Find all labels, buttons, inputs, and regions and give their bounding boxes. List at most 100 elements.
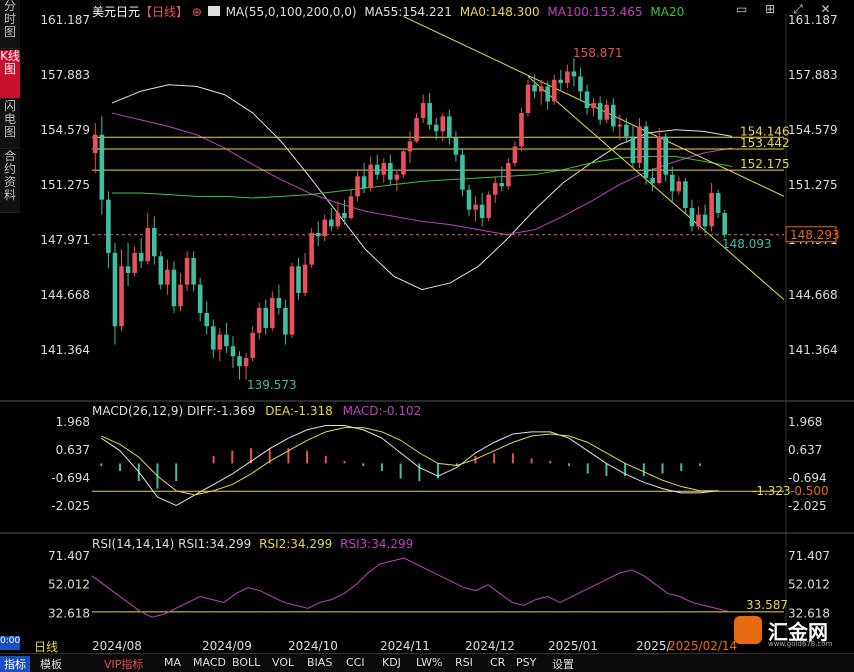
candle-body — [197, 284, 203, 313]
candle-body — [440, 116, 446, 132]
macd-param: MACD(26,12,9) — [92, 404, 184, 418]
candle-body — [250, 332, 255, 358]
candle-body — [696, 214, 701, 227]
price-tick-left: 154.579 — [40, 123, 90, 137]
toolbar-tab-cr[interactable]: CR — [490, 656, 505, 669]
candle-body — [184, 257, 190, 285]
candle-body — [106, 199, 111, 253]
candle-body — [342, 212, 347, 218]
candle-body — [289, 266, 295, 335]
rsi-level-label: 33.587 — [746, 598, 788, 612]
macd-diff: DIFF:-1.369 — [186, 404, 256, 418]
chart-svg[interactable]: 161.187 161.187 157.883 157.883 154.579 154.5… — [0, 0, 854, 653]
candle-body — [506, 163, 511, 187]
candle-body — [237, 356, 242, 367]
candle-body — [604, 104, 609, 120]
price-tick-right: 161.187 — [788, 13, 838, 27]
toolbar-tab-cci[interactable]: CCI — [346, 656, 365, 669]
candle-body — [584, 91, 590, 109]
candle-body — [263, 307, 269, 328]
price-tick-right: 157.883 — [788, 68, 838, 82]
toolbar-tab-psy[interactable]: PSY — [516, 656, 536, 669]
candle-body — [571, 71, 577, 77]
macd-tick-right: -2.025 — [788, 499, 827, 513]
candle-body — [361, 176, 367, 189]
candle-body — [669, 174, 675, 192]
level-label: 152.175 — [740, 157, 790, 171]
toolbar-tab-boll[interactable]: BOLL — [232, 656, 260, 669]
candle-body — [355, 176, 360, 197]
toolbar-tab-indicator[interactable]: 指标 — [0, 656, 30, 672]
candle-body — [132, 252, 137, 273]
candle-body — [296, 266, 301, 293]
rsi-header: RSI(14,14,14) RSI1:34.299 RSI2:34.299 RS… — [92, 537, 413, 551]
candle-body — [401, 151, 406, 175]
toolbar-tab-rsi[interactable]: RSI — [455, 656, 473, 669]
candle-body — [702, 214, 708, 227]
macd-tick-left: -0.694 — [51, 471, 90, 485]
candle-body — [663, 136, 669, 175]
candle-body — [565, 71, 570, 84]
toolbar-tab-bias[interactable]: BIAS — [307, 656, 332, 669]
macd-level-label: -1.323 — [752, 484, 791, 498]
toolbar-tab-settings[interactable]: 设置 — [552, 656, 574, 672]
candle-body — [492, 183, 498, 195]
price-tick-left: 147.971 — [40, 233, 90, 247]
candle-body — [466, 189, 472, 210]
rsi3-value: RSI3:34.299 — [340, 537, 414, 551]
logo-site: www.gold678.com — [768, 640, 833, 648]
rsi-tick-left: 52.012 — [48, 578, 90, 592]
toolbar-tab-kdj[interactable]: KDJ — [382, 656, 401, 669]
toolbar-tab-lw[interactable]: LW% — [416, 656, 442, 669]
level-label: 153.442 — [740, 136, 790, 150]
candle-body — [538, 86, 544, 92]
candle-body — [283, 307, 288, 335]
candle-body — [256, 307, 262, 333]
candle-body — [486, 194, 491, 218]
candle-body — [551, 79, 557, 102]
candle-body — [191, 257, 196, 285]
toolbar-tab-vol[interactable]: VOL — [272, 656, 294, 669]
candle-body — [650, 178, 655, 184]
macd-header: MACD(26,12,9) DIFF:-1.369 DEA:-1.318 MAC… — [92, 404, 421, 418]
rsi1-value: RSI1:34.299 — [178, 537, 252, 551]
candle-body — [315, 232, 321, 237]
candle-body — [427, 103, 432, 125]
candle-body — [158, 256, 164, 285]
macd-level2-label: -0.500 — [790, 484, 829, 498]
candle-body — [322, 219, 328, 237]
rsi-tick-right: 52.012 — [788, 578, 830, 592]
candle-body — [99, 134, 105, 200]
toolbar-tab-macd[interactable]: MACD — [193, 656, 226, 669]
candle-body — [637, 126, 642, 164]
candle-body — [243, 357, 249, 367]
macd-tick-right: -0.694 — [788, 471, 827, 485]
macd-tick-right: 1.968 — [788, 415, 822, 429]
candle-body — [624, 124, 629, 137]
date-tick: 2024/09 — [202, 639, 252, 653]
candle-body — [276, 297, 282, 308]
candle-body — [119, 266, 124, 327]
price-tick-right: 154.579 — [788, 123, 838, 137]
candle-body — [92, 134, 98, 154]
candle-body — [217, 334, 223, 350]
toolbar-tab-ma[interactable]: MA — [164, 656, 181, 669]
candle-body — [374, 164, 380, 175]
candle-body — [525, 84, 531, 114]
price-tick-right: 144.668 — [788, 288, 838, 302]
candle-body — [676, 181, 682, 192]
date-tick: 2025/02/14 — [668, 639, 737, 653]
candle-body — [329, 219, 334, 227]
macd-tick-left: 0.637 — [56, 443, 90, 457]
date-tick: 2024/08 — [92, 639, 142, 653]
candle-body — [683, 181, 688, 208]
current-price-label: 148.293 — [790, 228, 840, 242]
toolbar-tab-template[interactable]: 模板 — [40, 656, 62, 672]
candle-body — [165, 269, 170, 285]
candle-body — [178, 284, 183, 307]
toolbar-tab-vip[interactable]: VIP指标 — [104, 656, 143, 672]
date-tick: 2024/11 — [380, 639, 430, 653]
low-annotation: 139.573 — [247, 378, 297, 392]
candle-body — [689, 207, 695, 227]
indicator-toolbar: 指标 模板 VIP指标 MA MACD BOLL VOL BIAS CCI KD… — [0, 653, 854, 672]
